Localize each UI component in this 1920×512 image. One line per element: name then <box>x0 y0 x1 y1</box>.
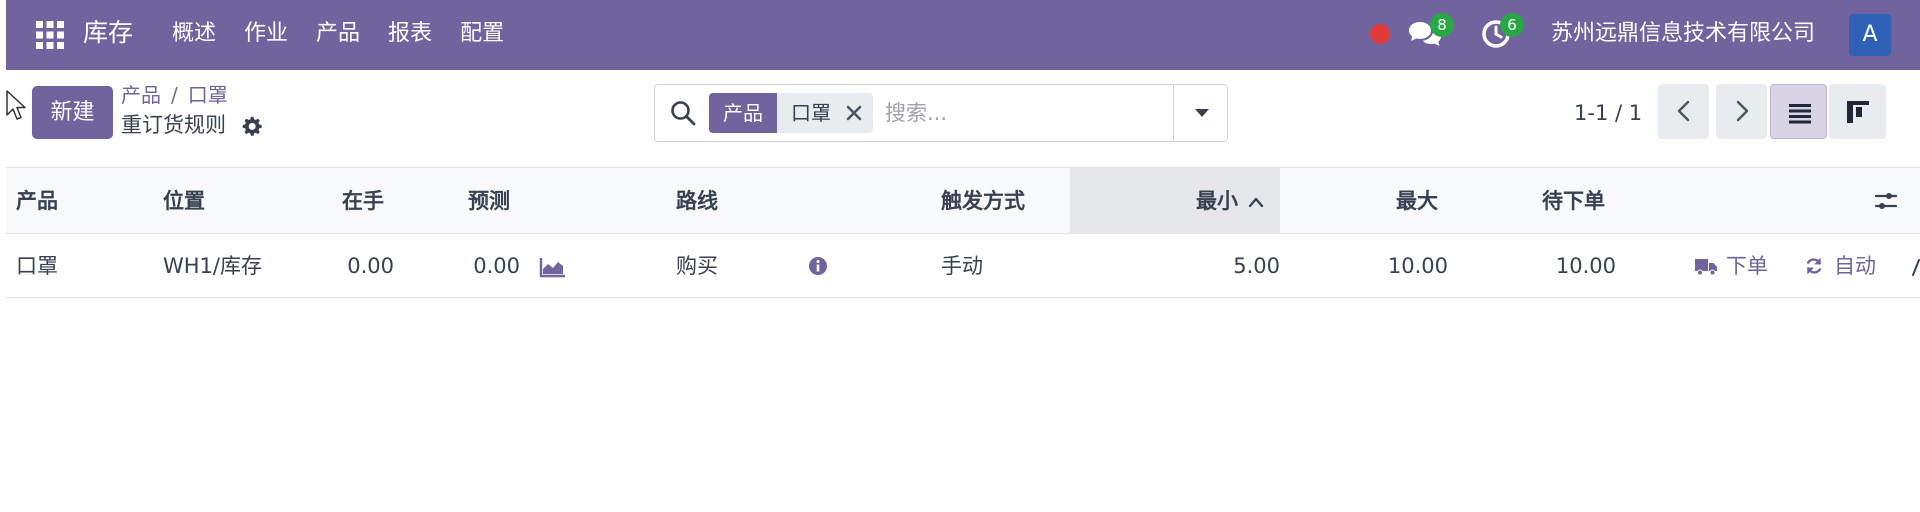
menu-products[interactable]: 产品 <box>316 18 360 50</box>
column-settings-icon[interactable] <box>1874 190 1898 212</box>
sort-ascending-icon <box>1248 197 1264 208</box>
list-view-button[interactable] <box>1770 84 1827 139</box>
cell-on-hand: 0.00 <box>347 254 394 278</box>
list-view-table: 产品 位置 在手 预测 路线 触发方式 最小 最大 待下单 口罩 WH1/库存 … <box>6 168 1920 512</box>
cell-route[interactable]: 购买 <box>676 234 718 298</box>
kanban-view-button[interactable] <box>1829 84 1886 139</box>
cell-to-order[interactable]: 10.00 <box>1506 234 1616 298</box>
menu-overview[interactable]: 概述 <box>172 18 216 50</box>
cell-product[interactable]: 口罩 <box>16 234 58 298</box>
activities-badge: 6 <box>1500 13 1524 37</box>
pager-next-button[interactable] <box>1716 84 1767 139</box>
automate-label: 自动 <box>1834 254 1876 278</box>
chevron-right-icon <box>1736 100 1749 122</box>
new-button[interactable]: 新建 <box>32 86 113 139</box>
control-panel: 新建 产品 / 口罩 重订货规则 产品 口罩 1-1 / <box>6 70 1920 168</box>
cell-trigger[interactable]: 手动 <box>941 234 983 298</box>
column-header-route[interactable]: 路线 <box>676 168 718 234</box>
close-icon[interactable] <box>845 104 863 122</box>
search-icon[interactable] <box>669 99 697 127</box>
column-header-product[interactable]: 产品 <box>16 168 58 234</box>
messages-badge: 8 <box>1430 13 1454 37</box>
recording-indicator-icon[interactable] <box>1370 24 1390 44</box>
top-navbar: 库存 概述 作业 产品 报表 配置 8 6 苏州远鼎信息技术有限公司 A <box>6 0 1920 70</box>
menu-reporting[interactable]: 报表 <box>388 18 432 50</box>
breadcrumb-link-mask[interactable]: 口罩 <box>188 82 228 108</box>
automate-button[interactable]: 自动 <box>1802 234 1876 298</box>
cell-max[interactable]: 10.00 <box>1336 234 1448 298</box>
search-input[interactable] <box>885 93 1185 133</box>
breadcrumb-link-products[interactable]: 产品 <box>121 82 161 108</box>
column-header-min-label: 最小 <box>1196 189 1238 213</box>
search-bar: 产品 口罩 <box>654 84 1228 142</box>
facet-value-chip: 口罩 <box>777 93 873 133</box>
menu-configuration[interactable]: 配置 <box>460 18 504 50</box>
column-header-on-hand[interactable]: 在手 <box>342 168 384 234</box>
order-once-button[interactable]: 下单 <box>1694 234 1768 298</box>
user-avatar[interactable]: A <box>1849 14 1891 56</box>
menu-operations[interactable]: 作业 <box>244 18 288 50</box>
column-header-max[interactable]: 最大 <box>1396 168 1438 234</box>
company-switcher[interactable]: 苏州远鼎信息技术有限公司 <box>1551 17 1815 51</box>
caret-down-icon <box>1195 109 1209 117</box>
facet-value: 口罩 <box>791 101 831 125</box>
page-title: 重订货规则 <box>121 113 226 137</box>
facet-label: 产品 <box>709 93 777 133</box>
table-header: 产品 位置 在手 预测 路线 触发方式 最小 最大 待下单 <box>6 168 1920 234</box>
order-once-label: 下单 <box>1726 254 1768 278</box>
list-view-icon <box>1789 104 1811 124</box>
search-options-toggle[interactable] <box>1173 85 1229 141</box>
pager-value[interactable]: 1-1 / 1 <box>1574 98 1642 128</box>
info-icon[interactable] <box>808 256 828 276</box>
cell-forecast: 0.00 <box>473 254 520 278</box>
column-header-to-order[interactable]: 待下单 <box>1542 168 1605 234</box>
refresh-icon <box>1807 257 1821 275</box>
gear-icon[interactable] <box>241 115 263 137</box>
pager-previous-button[interactable] <box>1658 84 1709 139</box>
cell-location[interactable]: WH1/库存 <box>163 234 262 298</box>
column-header-location[interactable]: 位置 <box>163 168 205 234</box>
forecast-area-chart-icon[interactable] <box>539 256 567 278</box>
cell-min[interactable]: 5.00 <box>1176 234 1280 298</box>
chevron-left-icon <box>1677 100 1690 122</box>
mouse-pointer-icon <box>6 90 26 120</box>
column-header-trigger[interactable]: 触发方式 <box>941 168 1025 234</box>
table-row[interactable]: 口罩 WH1/库存 0.00 0.00 购买 手动 5.00 10.00 10.… <box>6 234 1920 298</box>
breadcrumb: 产品 / 口罩 <box>121 82 228 108</box>
app-name[interactable]: 库存 <box>83 16 133 50</box>
main-menu: 概述 作业 产品 报表 配置 <box>172 18 532 50</box>
apps-grid-icon[interactable] <box>34 19 66 51</box>
column-header-min[interactable]: 最小 <box>1070 168 1280 234</box>
overflow-edge-icon <box>1912 259 1920 276</box>
column-header-forecast[interactable]: 预测 <box>468 168 510 234</box>
breadcrumb-separator: / <box>171 83 178 107</box>
kanban-view-icon <box>1847 101 1869 123</box>
search-facet: 产品 口罩 <box>709 93 873 133</box>
truck-icon <box>1695 259 1717 276</box>
